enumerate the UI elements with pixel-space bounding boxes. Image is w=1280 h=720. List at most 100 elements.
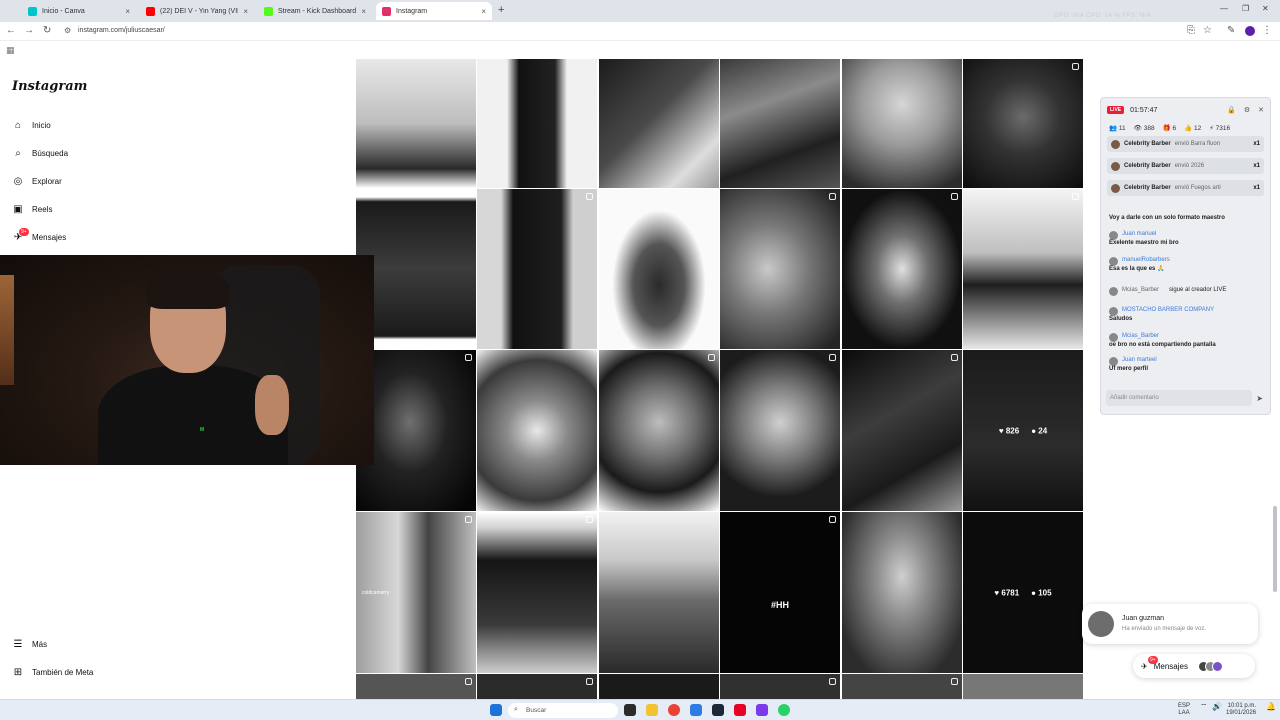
messages-button[interactable]: ✈ 9+ Mensajes — [1133, 654, 1255, 678]
post-tile[interactable] — [477, 512, 597, 673]
post-tile[interactable] — [842, 189, 962, 349]
page-scrollbar[interactable] — [1273, 506, 1277, 592]
bookmark-star-icon[interactable]: ☆ — [1203, 25, 1212, 36]
close-icon[interactable]: × — [481, 7, 486, 16]
post-tile[interactable] — [599, 189, 719, 349]
site-info-icon[interactable]: ⚙ — [64, 26, 71, 35]
settings-icon[interactable]: ⚙ — [1244, 106, 1250, 114]
close-icon[interactable]: × — [243, 7, 248, 16]
profile-avatar[interactable] — [1245, 26, 1255, 36]
maximize-icon[interactable]: ❐ — [1242, 4, 1249, 13]
post-tile[interactable] — [963, 674, 1083, 699]
tiktok-icon[interactable] — [734, 704, 746, 716]
message-author: MOSTACHO BARBER COMPANY — [1122, 307, 1215, 313]
nav-item-mas[interactable]: ☰ Más — [12, 639, 48, 650]
post-tile[interactable] — [356, 189, 476, 349]
taskbar-search[interactable]: ⌕ Buscar — [508, 703, 618, 718]
nav-item-busqueda[interactable]: ⌕ Búsqueda — [12, 148, 68, 159]
multi-post-icon — [586, 516, 593, 523]
reel-icon — [829, 354, 836, 361]
post-tile[interactable] — [842, 59, 962, 188]
canva-favicon-icon — [28, 6, 37, 16]
post-tile-hovered[interactable]: ♥ 6781 ● 105 — [963, 512, 1083, 673]
windows-start-icon[interactable] — [490, 704, 502, 716]
post-text: #HH — [770, 600, 789, 610]
post-tile[interactable] — [842, 512, 962, 673]
post-tile[interactable] — [356, 59, 476, 188]
chat-message: MOSTACHO BARBER COMPANY Saludos — [1109, 306, 1262, 324]
post-tile[interactable] — [477, 674, 597, 699]
post-tile[interactable] — [963, 189, 1083, 349]
post-tile[interactable] — [599, 59, 719, 188]
close-icon[interactable]: ✕ — [1258, 106, 1264, 114]
avatar — [1111, 183, 1120, 193]
post-tile[interactable] — [356, 674, 476, 699]
post-tile-hovered[interactable]: ♥ 826 ● 24 — [963, 350, 1083, 511]
message-notification[interactable]: Juan guzman Ha enviado un mensaje de voz… — [1082, 604, 1258, 644]
post-tile[interactable] — [477, 59, 597, 188]
chrome-icon[interactable] — [668, 704, 680, 716]
message-author: Mcias_Barber — [1122, 333, 1160, 339]
reels-icon: ▣ — [13, 204, 23, 215]
task-view-icon[interactable] — [624, 704, 636, 716]
app-icon[interactable] — [756, 704, 768, 716]
lock-icon[interactable]: 🔒 — [1227, 106, 1236, 114]
back-icon[interactable]: ← — [6, 25, 16, 36]
messages-label: Mensajes — [1153, 661, 1188, 671]
nav-item-meta[interactable]: ⊞ También de Meta — [12, 667, 94, 678]
post-grid: ♥ 826 ● 24 coldcamerry #HH ♥ 6781 ● 105 — [356, 59, 1084, 699]
tab-kick[interactable]: Stream - Kick Dashboard × — [258, 2, 372, 20]
post-tile[interactable] — [963, 59, 1083, 188]
nav-item-explorar[interactable]: ◎ Explorar — [12, 176, 62, 187]
reload-icon[interactable]: ↻ — [43, 25, 51, 36]
wifi-icon[interactable]: ⌔ — [1200, 703, 1208, 711]
minimize-icon[interactable]: — — [1220, 4, 1228, 13]
points-stat: ⚡ 7316 — [1209, 125, 1231, 132]
tab-youtube[interactable]: (22) DEI V - Yin Yang (VIDEO O... × — [140, 2, 254, 20]
forward-icon[interactable]: → — [24, 25, 34, 36]
post-tile[interactable] — [720, 189, 840, 349]
clock[interactable]: 10:01 p.m. 19/01/2026 — [1226, 703, 1256, 717]
notifications-icon[interactable]: 🔔 — [1266, 703, 1276, 711]
browser-menu-icon[interactable]: ⋮ — [1262, 25, 1272, 36]
new-tab-button[interactable]: + — [498, 4, 504, 16]
close-window-icon[interactable]: ✕ — [1262, 4, 1269, 13]
steam-icon[interactable] — [712, 704, 724, 716]
post-tile[interactable] — [477, 189, 597, 349]
close-icon[interactable]: × — [125, 7, 130, 16]
url-input[interactable]: instagram.com/juliuscaesar/ — [78, 27, 165, 34]
gift-row: Celebrity Barber envió 2026 x1 — [1107, 158, 1264, 174]
send-icon[interactable]: ➤ — [1256, 394, 1263, 403]
apps-grid-icon[interactable]: ▦ — [6, 45, 15, 56]
close-icon[interactable]: × — [361, 7, 366, 16]
hoodie-logo: M — [200, 427, 205, 433]
instagram-logo[interactable]: Instagram — [12, 79, 87, 94]
stat-value: 388 — [1143, 125, 1155, 132]
volume-icon[interactable]: 🔊 — [1212, 703, 1222, 711]
whatsapp-icon[interactable] — [778, 704, 790, 716]
post-tile[interactable] — [477, 350, 597, 511]
tab-instagram[interactable]: Instagram × — [376, 2, 492, 20]
post-tile[interactable] — [842, 674, 962, 699]
extensions-icon[interactable]: ✎ — [1227, 25, 1235, 36]
post-tile[interactable] — [599, 350, 719, 511]
chat-input[interactable]: Añadir comentario — [1106, 390, 1252, 406]
post-tile[interactable] — [720, 350, 840, 511]
post-tile[interactable] — [599, 674, 719, 699]
followers-stat: 👥 11 — [1109, 125, 1126, 132]
message-author: Juan manuel — [1122, 231, 1157, 237]
language-indicator[interactable]: ESP LAA — [1178, 703, 1190, 717]
post-tile[interactable] — [356, 350, 476, 511]
file-explorer-icon[interactable] — [646, 704, 658, 716]
tab-canva[interactable]: Inicio - Canva × — [22, 2, 136, 20]
post-tile[interactable]: coldcamerry — [356, 512, 476, 673]
cast-icon[interactable]: ⎘ — [1187, 25, 1195, 36]
post-tile[interactable] — [720, 59, 840, 188]
post-tile[interactable] — [720, 674, 840, 699]
post-tile[interactable]: #HH — [720, 512, 840, 673]
post-tile[interactable] — [842, 350, 962, 511]
nav-item-inicio[interactable]: ⌂ Inicio — [12, 120, 51, 131]
nav-item-reels[interactable]: ▣ Reels — [12, 204, 52, 215]
post-tile[interactable] — [599, 512, 719, 673]
edge-icon[interactable] — [690, 704, 702, 716]
